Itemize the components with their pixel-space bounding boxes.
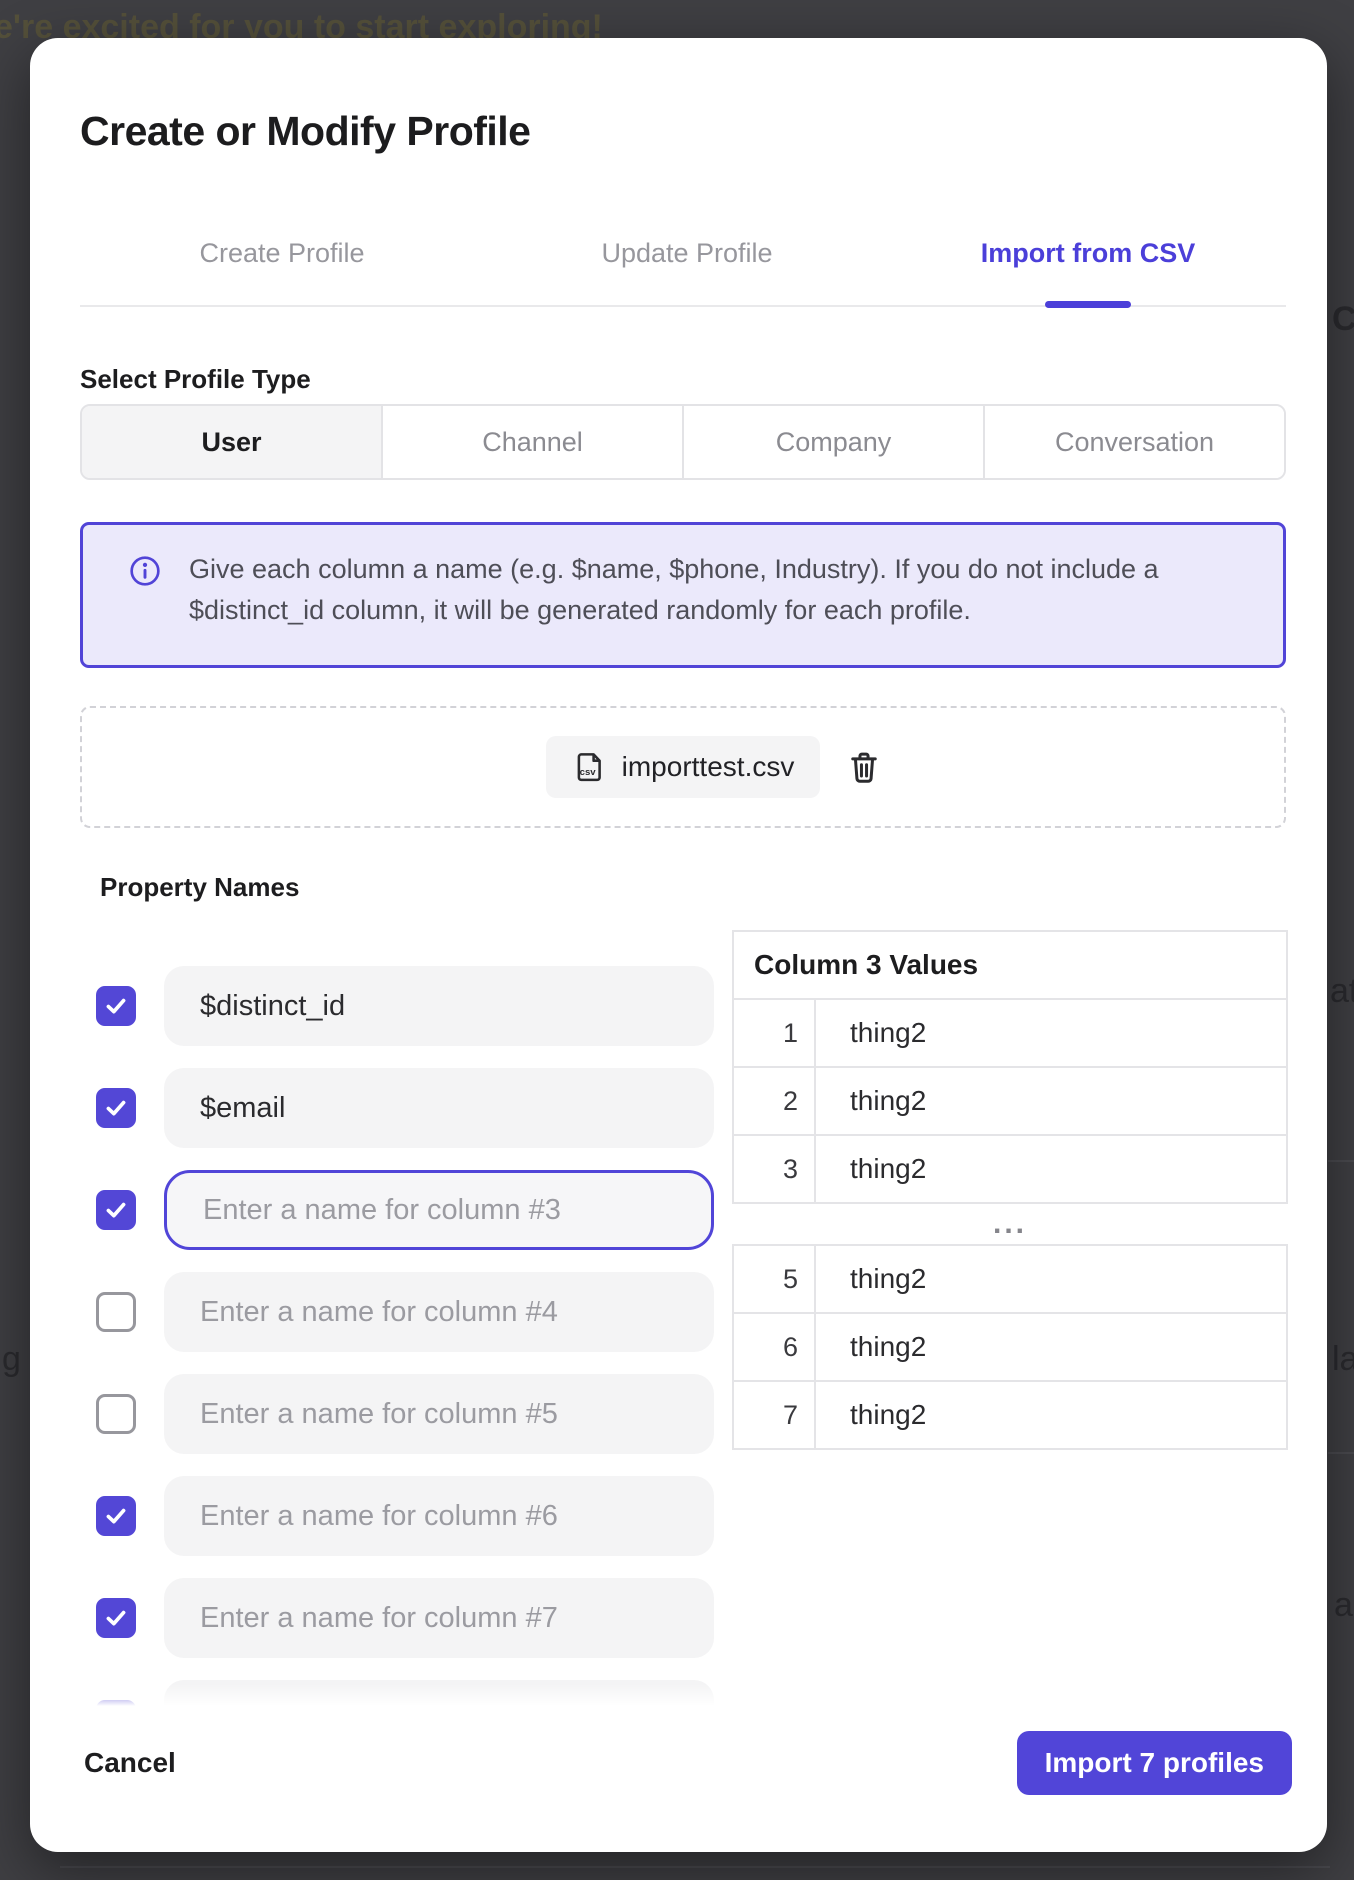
import-profiles-button[interactable]: Import 7 profiles <box>1017 1731 1292 1795</box>
checkmark-icon <box>103 1503 129 1529</box>
property-checkbox[interactable] <box>96 986 136 1026</box>
modal-title: Create or Modify Profile <box>80 108 530 155</box>
checkmark-icon <box>103 1605 129 1631</box>
property-checkbox[interactable] <box>96 1700 136 1706</box>
row-index: 6 <box>733 1313 815 1381</box>
info-banner-text: Give each column a name (e.g. $name, $ph… <box>189 549 1243 665</box>
tab-create-profile[interactable]: Create Profile <box>199 238 364 269</box>
property-checkbox[interactable] <box>96 1088 136 1128</box>
uploaded-file-name: importtest.csv <box>622 751 795 783</box>
column-values-table-bottom: 5thing26thing27thing2 <box>732 1244 1288 1450</box>
property-checkbox[interactable] <box>96 1598 136 1638</box>
value-row: 5thing2 <box>733 1245 1287 1313</box>
row-value: thing2 <box>815 1245 1287 1313</box>
select-profile-type-label: Select Profile Type <box>80 364 311 395</box>
column-values-panel: Column 3 Values 1thing22thing23thing2 ..… <box>732 930 1288 1450</box>
row-value: thing2 <box>815 1067 1287 1135</box>
property-checkbox[interactable] <box>96 1190 136 1230</box>
row-index: 5 <box>733 1245 815 1313</box>
column-values-header: Column 3 Values <box>733 931 1287 999</box>
background-fragment: lab <box>1332 1340 1354 1379</box>
property-name-input[interactable] <box>164 1170 714 1250</box>
profile-type-option-company[interactable]: Company <box>684 406 985 478</box>
rows-ellipsis: ... <box>732 1204 1288 1244</box>
row-value: thing2 <box>815 1313 1287 1381</box>
value-row: 3thing2 <box>733 1135 1287 1203</box>
tab-import-from-csv[interactable]: Import from CSV <box>981 238 1196 269</box>
property-name-input[interactable] <box>164 1578 714 1658</box>
profile-type-option-user[interactable]: User <box>82 406 383 478</box>
uploaded-file-chip[interactable]: csv importtest.csv <box>546 736 821 798</box>
background-divider <box>1328 1452 1354 1454</box>
background-fragment: ata <box>1330 972 1354 1011</box>
csv-dropzone[interactable]: csv importtest.csv <box>80 706 1286 828</box>
property-row <box>80 1068 732 1148</box>
property-row <box>80 966 732 1046</box>
property-name-input[interactable] <box>164 1374 714 1454</box>
profile-type-option-channel[interactable]: Channel <box>383 406 684 478</box>
property-name-list <box>80 966 732 1706</box>
row-value: thing2 <box>815 1381 1287 1449</box>
property-row <box>80 1272 732 1352</box>
checkmark-icon <box>103 993 129 1019</box>
property-name-input[interactable] <box>164 1476 714 1556</box>
value-row: 1thing2 <box>733 999 1287 1067</box>
property-checkbox[interactable] <box>96 1394 136 1434</box>
modal-footer: Cancel Import 7 profiles <box>84 1730 1292 1796</box>
background-divider <box>1328 1160 1354 1162</box>
active-tab-underline <box>1045 301 1131 308</box>
property-names-label: Property Names <box>100 872 299 903</box>
background-fragment: g <box>2 1340 21 1379</box>
property-checkbox[interactable] <box>96 1496 136 1536</box>
row-value: thing2 <box>815 1135 1287 1203</box>
checkmark-icon <box>103 1197 129 1223</box>
property-row <box>80 1578 732 1658</box>
cancel-button[interactable]: Cancel <box>84 1747 176 1779</box>
info-banner: Give each column a name (e.g. $name, $ph… <box>80 522 1286 668</box>
svg-text:csv: csv <box>579 767 596 778</box>
profile-type-segmented-control: UserChannelCompanyConversation <box>80 404 1286 480</box>
checkmark-icon <box>103 1095 129 1121</box>
property-name-input[interactable] <box>164 966 714 1046</box>
value-row: 6thing2 <box>733 1313 1287 1381</box>
trash-icon[interactable] <box>846 749 882 785</box>
property-row <box>80 1476 732 1556</box>
property-row <box>80 1170 732 1250</box>
property-name-input[interactable] <box>164 1680 714 1706</box>
property-name-input[interactable] <box>164 1272 714 1352</box>
value-row: 7thing2 <box>733 1381 1287 1449</box>
tab-update-profile[interactable]: Update Profile <box>601 238 772 269</box>
value-row: 2thing2 <box>733 1067 1287 1135</box>
property-row <box>80 1374 732 1454</box>
background-divider <box>60 1866 1330 1868</box>
row-index: 2 <box>733 1067 815 1135</box>
csv-file-icon: csv <box>572 749 608 785</box>
property-name-input[interactable] <box>164 1068 714 1148</box>
column-values-table-top: Column 3 Values 1thing22thing23thing2 <box>732 930 1288 1204</box>
row-index: 7 <box>733 1381 815 1449</box>
property-checkbox[interactable] <box>96 1292 136 1332</box>
property-row <box>80 1680 732 1706</box>
create-or-modify-profile-modal: Create or Modify Profile Create Profile … <box>30 38 1327 1852</box>
info-circle-icon <box>129 555 161 587</box>
profile-type-option-conversation[interactable]: Conversation <box>985 406 1284 478</box>
row-index: 1 <box>733 999 815 1067</box>
background-fragment: Col <box>1332 300 1354 339</box>
row-value: thing2 <box>815 999 1287 1067</box>
row-index: 3 <box>733 1135 815 1203</box>
background-fragment: a <box>1334 1586 1353 1625</box>
